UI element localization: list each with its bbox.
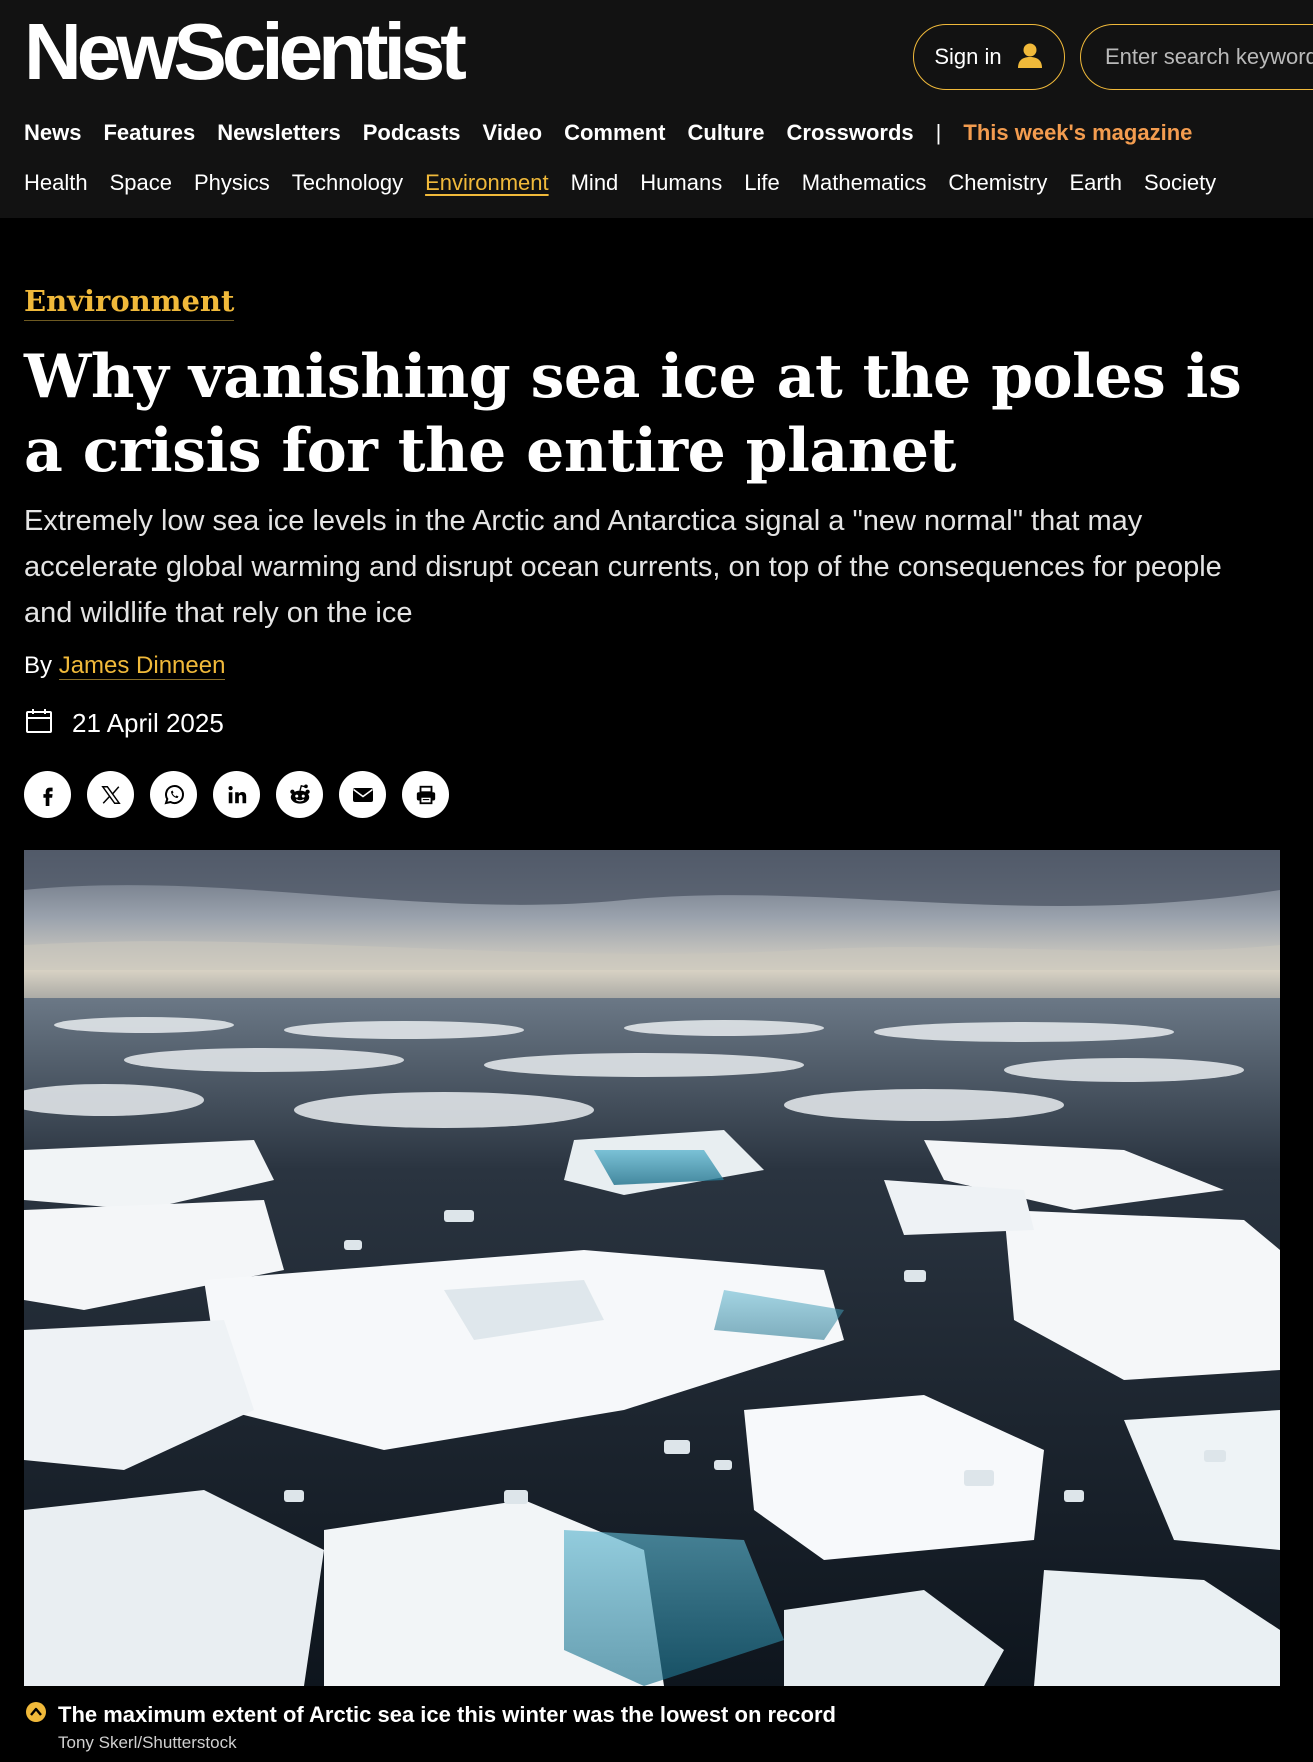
sign-in-label: Sign in: [934, 44, 1002, 69]
hero-image: [24, 850, 1280, 1686]
email-icon[interactable]: [339, 771, 386, 818]
nav-podcasts[interactable]: Podcasts: [363, 120, 461, 146]
search-box[interactable]: [1080, 24, 1313, 90]
share-bar: [24, 771, 449, 818]
calendar-icon: [24, 706, 54, 741]
topic-earth[interactable]: Earth: [1069, 170, 1122, 196]
topic-environment[interactable]: Environment: [425, 170, 549, 196]
article-section-link[interactable]: Environment: [24, 284, 235, 321]
topic-space[interactable]: Space: [110, 170, 172, 196]
nav-culture[interactable]: Culture: [688, 120, 765, 146]
whatsapp-icon[interactable]: [150, 771, 197, 818]
print-icon[interactable]: [402, 771, 449, 818]
caption-text: The maximum extent of Arctic sea ice thi…: [58, 1701, 836, 1727]
topic-mathematics[interactable]: Mathematics: [802, 170, 927, 196]
byline-prefix: By: [24, 652, 53, 679]
topic-life[interactable]: Life: [744, 170, 779, 196]
nav-separator: |: [935, 120, 942, 145]
sign-in-button[interactable]: Sign in: [913, 24, 1065, 90]
nav-news[interactable]: News: [24, 120, 81, 146]
nav-crosswords[interactable]: Crosswords: [787, 120, 914, 146]
topic-humans[interactable]: Humans: [640, 170, 722, 196]
topic-health[interactable]: Health: [24, 170, 88, 196]
nav-this-weeks-magazine[interactable]: This week's magazine: [963, 120, 1192, 146]
hero-caption: The maximum extent of Arctic sea ice thi…: [24, 1700, 836, 1729]
caption-chevron-icon[interactable]: [24, 1700, 48, 1729]
publish-date-text: 21 April 2025: [72, 708, 224, 738]
reddit-icon[interactable]: [276, 771, 323, 818]
author-link[interactable]: James Dinneen: [58, 652, 226, 680]
publish-date: 21 April 2025: [24, 706, 224, 741]
newscientist-logo[interactable]: NewScientist: [24, 12, 467, 92]
search-input[interactable]: [1105, 44, 1313, 70]
nav-comment[interactable]: Comment: [564, 120, 665, 146]
topic-society[interactable]: Society: [1144, 170, 1216, 196]
topic-mind[interactable]: Mind: [571, 170, 619, 196]
article-standfirst: Extremely low sea ice levels in the Arct…: [24, 505, 1222, 629]
primary-nav: News Features Newsletters Podcasts Video…: [24, 120, 1214, 146]
topic-physics[interactable]: Physics: [194, 170, 270, 196]
nav-newsletters[interactable]: Newsletters: [217, 120, 341, 146]
user-icon: [1016, 41, 1044, 74]
image-credit: Tony Skerl/Shutterstock: [58, 1733, 237, 1752]
nav-video[interactable]: Video: [483, 120, 543, 146]
article-headline: Why vanishing sea ice at the poles is a …: [24, 342, 1242, 486]
topic-nav: Health Space Physics Technology Environm…: [24, 170, 1238, 196]
facebook-icon[interactable]: [24, 771, 71, 818]
topic-chemistry[interactable]: Chemistry: [948, 170, 1047, 196]
linkedin-icon[interactable]: [213, 771, 260, 818]
x-icon[interactable]: [87, 771, 134, 818]
topic-technology[interactable]: Technology: [292, 170, 403, 196]
site-header: NewScientist Sign in News Features Newsl…: [0, 0, 1313, 218]
nav-features[interactable]: Features: [103, 120, 195, 146]
byline: By James Dinneen: [24, 652, 226, 680]
